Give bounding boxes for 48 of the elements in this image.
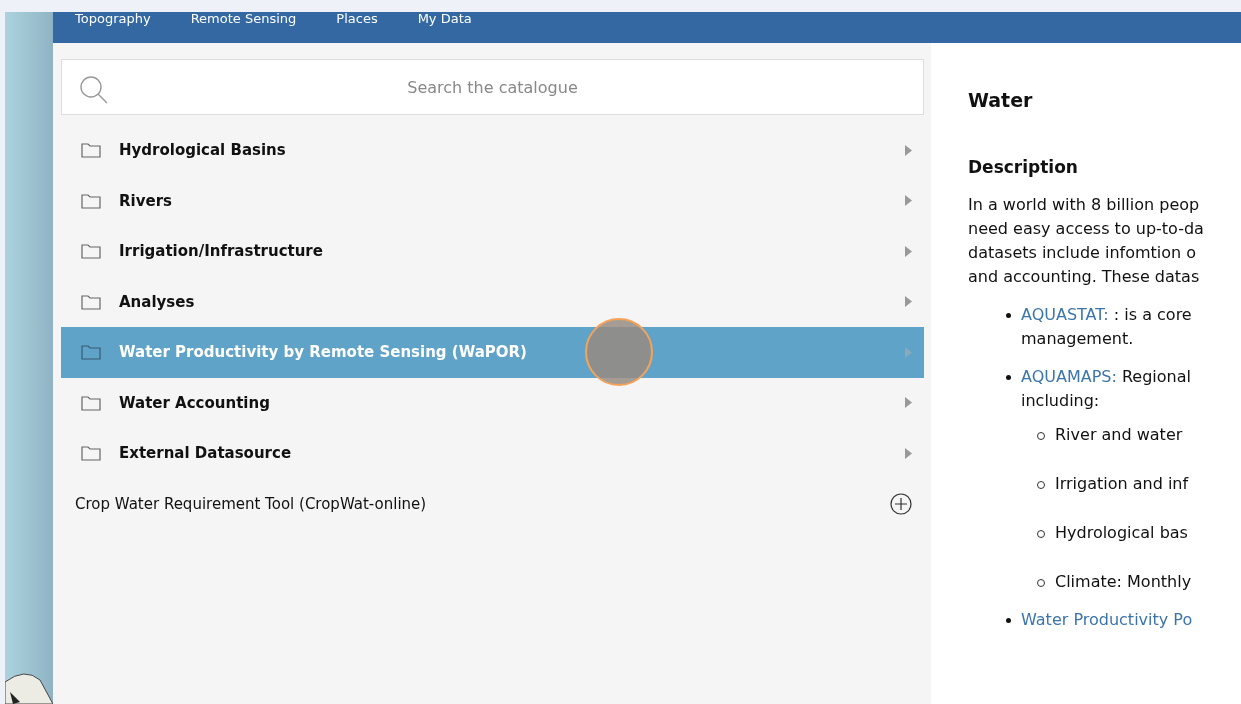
expand-arrow-icon <box>905 346 912 358</box>
section-heading: Description <box>968 157 1079 177</box>
nav-tab[interactable]: Topography <box>75 12 151 25</box>
catalogue-folder[interactable]: Analyses <box>61 276 924 327</box>
nav-tab[interactable]: Places <box>336 12 378 25</box>
expand-arrow-icon <box>905 144 912 156</box>
details-title: Water <box>968 89 1034 111</box>
dataset-link[interactable]: AQUASTAT: <box>1021 305 1109 324</box>
description-line: In a world with 8 billion peop <box>968 194 1201 216</box>
sub-bullet-text: Climate: Monthly <box>1055 571 1192 593</box>
expand-arrow-icon <box>905 397 912 409</box>
nav-tab[interactable]: Remote Sensing <box>190 12 297 25</box>
bullet-icon <box>1006 313 1011 318</box>
expand-arrow-icon <box>905 245 912 257</box>
catalogue-folder[interactable]: Irrigation/Infrastructure <box>61 226 924 277</box>
folder-icon <box>81 192 101 209</box>
folder-icon <box>81 445 101 462</box>
catalogue-folder[interactable]: Water Accounting <box>61 377 924 428</box>
folder-icon <box>81 293 101 310</box>
dataset-link[interactable]: AQUAMAPS: <box>1021 367 1117 386</box>
sub-bullet-text: River and water <box>1055 424 1183 446</box>
nav-tab[interactable]: My Data <box>417 12 472 25</box>
expand-arrow-icon <box>905 195 912 207</box>
catalogue-folder[interactable]: External Datasource <box>61 428 924 479</box>
folder-icon <box>81 344 101 361</box>
search-icon <box>79 75 109 105</box>
bullet-icon <box>1006 618 1011 623</box>
catalogue-item[interactable]: Crop Water Requirement Tool (CropWat-online) <box>61 478 924 529</box>
bullet-text: management. <box>1021 328 1135 350</box>
dataset-link[interactable]: Water Productivity Po <box>1021 610 1193 629</box>
expand-arrow-icon <box>905 296 912 308</box>
description-line: need easy access to up-to-da <box>968 218 1205 240</box>
bullet-text: : is a core <box>1113 305 1192 324</box>
bullet-icon <box>1006 375 1011 380</box>
folder-icon <box>81 142 101 159</box>
folder-icon <box>81 394 101 411</box>
description-line: and accounting. These datas <box>968 266 1201 288</box>
catalogue-folder[interactable]: Hydrological Basins <box>61 125 924 176</box>
expand-arrow-icon <box>905 447 912 459</box>
folder-icon <box>81 243 101 260</box>
description-line: datasets include infomtion o <box>968 242 1198 264</box>
add-icon[interactable] <box>890 492 912 515</box>
sub-bullet-text: Irrigation and inf <box>1055 473 1189 495</box>
sub-bullet-text: Hydrological bas <box>1055 522 1188 544</box>
bullet-text: including: <box>1021 390 1101 412</box>
catalogue-folder[interactable]: Rivers <box>61 175 924 226</box>
bullet-text: Regional <box>1121 367 1191 386</box>
search-field[interactable]: Search the catalogue <box>61 59 924 115</box>
